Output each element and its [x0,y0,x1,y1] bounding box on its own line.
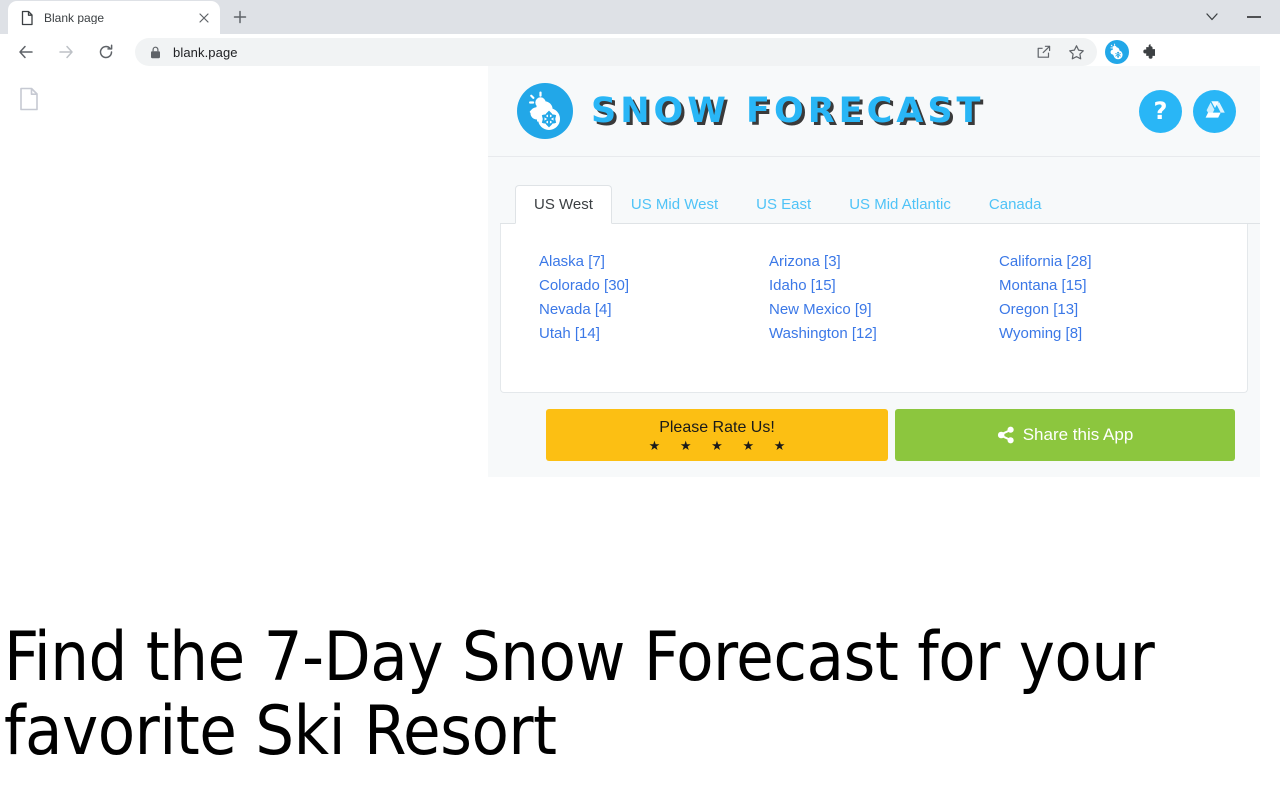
address-bar-url: blank.page [173,44,238,60]
state-link-california[interactable]: California [28] [999,250,1229,274]
tab-us-mid-west[interactable]: US Mid West [612,185,737,224]
rating-stars: ★ ★ ★ ★ ★ [648,437,794,453]
close-icon[interactable] [196,10,212,26]
states-panel: Alaska [7] Arizona [3] California [28] C… [500,224,1248,393]
minimize-icon[interactable] [1232,2,1276,32]
reload-icon[interactable] [91,37,121,67]
state-link-arizona[interactable]: Arizona [3] [769,250,999,274]
puzzle-piece-icon[interactable] [1139,42,1159,62]
state-links-grid: Alaska [7] Arizona [3] California [28] C… [501,250,1247,346]
share-app-label: Share this App [1022,425,1134,444]
back-arrow-icon[interactable] [11,37,41,67]
share-app-button[interactable]: Share this App [895,409,1235,461]
browser-toolbar: blank.page [0,34,1280,70]
tab-canada[interactable]: Canada [970,185,1061,224]
state-link-utah[interactable]: Utah [14] [539,322,769,346]
cta-row: Please Rate Us! ★ ★ ★ ★ ★ Share this App [488,393,1260,461]
page-icon [19,10,35,26]
browser-window: Blank page blank.page Find the 7-Day Sno… [0,0,1280,800]
new-tab-button[interactable] [226,3,254,31]
state-link-nevada[interactable]: Nevada [4] [539,298,769,322]
lock-icon [147,44,163,60]
tab-us-mid-atlantic[interactable]: US Mid Atlantic [830,185,970,224]
state-link-alaska[interactable]: Alaska [7] [539,250,769,274]
forward-arrow-icon[interactable] [51,37,81,67]
popup-header: SNOW FORECAST ? [488,66,1260,157]
snow-forecast-extension-icon[interactable] [1105,40,1129,64]
popup-brand-title: SNOW FORECAST [591,90,985,131]
sun-cloud-snowflake-icon [517,83,573,139]
state-link-new-mexico[interactable]: New Mexico [9] [769,298,999,322]
browser-tabstrip: Blank page [0,0,1280,34]
browser-tab[interactable]: Blank page [8,1,220,34]
browser-tab-title: Blank page [44,11,105,24]
toolbar-extensions [1105,40,1165,64]
question-mark-icon: ? [1153,97,1168,125]
share-page-icon[interactable] [1035,43,1053,61]
chevron-down-icon[interactable] [1192,2,1232,32]
tabstrip-controls [1192,0,1280,34]
extension-popup: SNOW FORECAST ? US West US Mid West US E… [488,66,1260,477]
share-icon [997,426,1015,444]
google-drive-button[interactable] [1193,89,1236,133]
region-tabs: US West US Mid West US East US Mid Atlan… [488,183,1260,224]
state-link-colorado[interactable]: Colorado [30] [539,274,769,298]
state-link-wyoming[interactable]: Wyoming [8] [999,322,1229,346]
tab-us-east[interactable]: US East [737,185,830,224]
help-button[interactable]: ? [1139,89,1182,133]
google-drive-icon [1204,100,1226,123]
address-bar[interactable]: blank.page [135,38,1097,66]
state-link-washington[interactable]: Washington [12] [769,322,999,346]
popup-header-actions: ? [1139,89,1236,133]
state-link-montana[interactable]: Montana [15] [999,274,1229,298]
address-bar-actions [1035,43,1085,61]
tab-us-west[interactable]: US West [515,185,612,224]
state-link-oregon[interactable]: Oregon [13] [999,298,1229,322]
rate-us-button[interactable]: Please Rate Us! ★ ★ ★ ★ ★ [546,409,888,461]
rate-us-label: Please Rate Us! [659,418,775,436]
state-link-idaho[interactable]: Idaho [15] [769,274,999,298]
document-icon [19,87,39,111]
popup-body: US West US Mid West US East US Mid Atlan… [488,157,1260,461]
page-title: Find the 7-Day Snow Forecast for your fa… [4,617,1155,771]
star-icon[interactable] [1067,43,1085,61]
